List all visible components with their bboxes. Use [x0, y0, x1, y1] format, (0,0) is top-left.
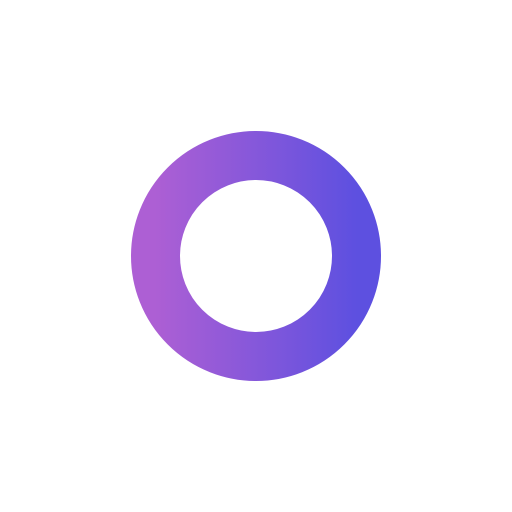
ring-icon: [131, 131, 381, 381]
icon-canvas: [0, 0, 512, 512]
ring-shape: [131, 131, 381, 381]
